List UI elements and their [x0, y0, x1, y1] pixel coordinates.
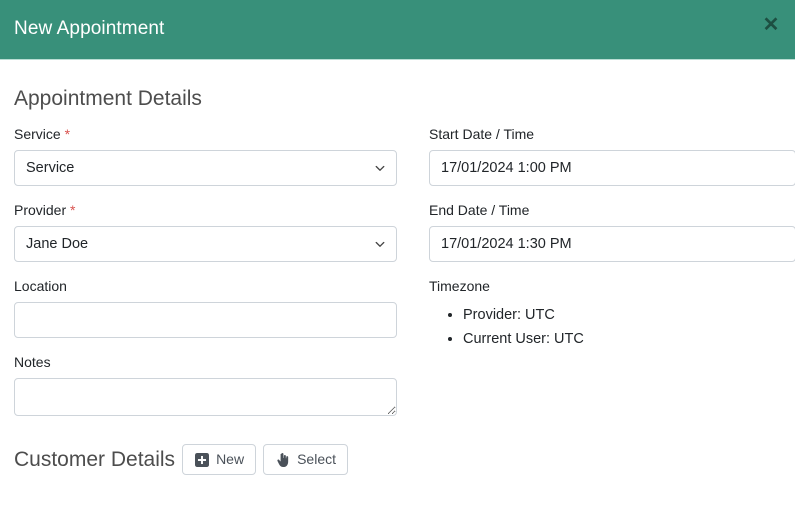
list-item: Provider: UTC [463, 303, 795, 327]
provider-field: Provider * Jane Doe [14, 202, 397, 262]
service-required-marker: * [64, 126, 71, 142]
list-item: Current User: UTC [463, 327, 795, 351]
modal-header: New Appointment ✕ [0, 0, 795, 60]
provider-label: Provider * [14, 202, 397, 219]
service-select[interactable]: Service [14, 150, 397, 186]
form-column-spacer [397, 126, 429, 432]
form-column-right: Start Date / Time End Date / Time Timezo… [429, 126, 795, 432]
location-field: Location [14, 278, 397, 338]
new-customer-button-label: New [216, 451, 245, 467]
service-label: Service * [14, 126, 397, 143]
new-customer-button[interactable]: New [182, 444, 257, 475]
hand-pointer-icon [275, 452, 290, 467]
provider-select-wrapper: Jane Doe [14, 226, 397, 262]
location-input[interactable] [14, 302, 397, 338]
location-label: Location [14, 278, 67, 294]
timezone-field: Timezone Provider: UTC Current User: UTC [429, 278, 795, 351]
provider-required-marker: * [70, 202, 76, 218]
service-select-wrapper: Service [14, 150, 397, 186]
start-date-field: Start Date / Time [429, 126, 795, 186]
provider-label-text: Provider [14, 202, 67, 218]
start-date-input[interactable] [429, 150, 795, 186]
select-customer-button[interactable]: Select [263, 444, 348, 475]
start-date-label: Start Date / Time [429, 126, 535, 142]
notes-field: Notes [14, 354, 397, 416]
service-field: Service * Service [14, 126, 397, 186]
timezone-label: Timezone [429, 278, 490, 294]
end-date-label: End Date / Time [429, 202, 530, 218]
provider-select[interactable]: Jane Doe [14, 226, 397, 262]
service-label-text: Service [14, 126, 61, 142]
appointment-details-heading: Appointment Details [14, 87, 202, 110]
timezone-list: Provider: UTC Current User: UTC [429, 303, 795, 351]
select-customer-button-label: Select [297, 451, 336, 467]
close-icon[interactable]: ✕ [759, 13, 783, 37]
form-column-left: Service * Service Provider * Jane Doe Lo… [14, 126, 397, 432]
notes-label: Notes [14, 354, 51, 370]
modal-title: New Appointment [14, 18, 165, 39]
notes-textarea[interactable] [14, 378, 397, 416]
modal-body: Appointment Details Service * Service Pr… [0, 86, 795, 475]
end-date-input[interactable] [429, 226, 795, 262]
plus-square-icon [194, 452, 209, 467]
end-date-field: End Date / Time [429, 202, 795, 262]
appointment-form-grid: Service * Service Provider * Jane Doe Lo… [14, 126, 795, 432]
customer-details-row: Customer Details New Select [14, 444, 781, 475]
customer-details-heading: Customer Details [14, 447, 176, 471]
